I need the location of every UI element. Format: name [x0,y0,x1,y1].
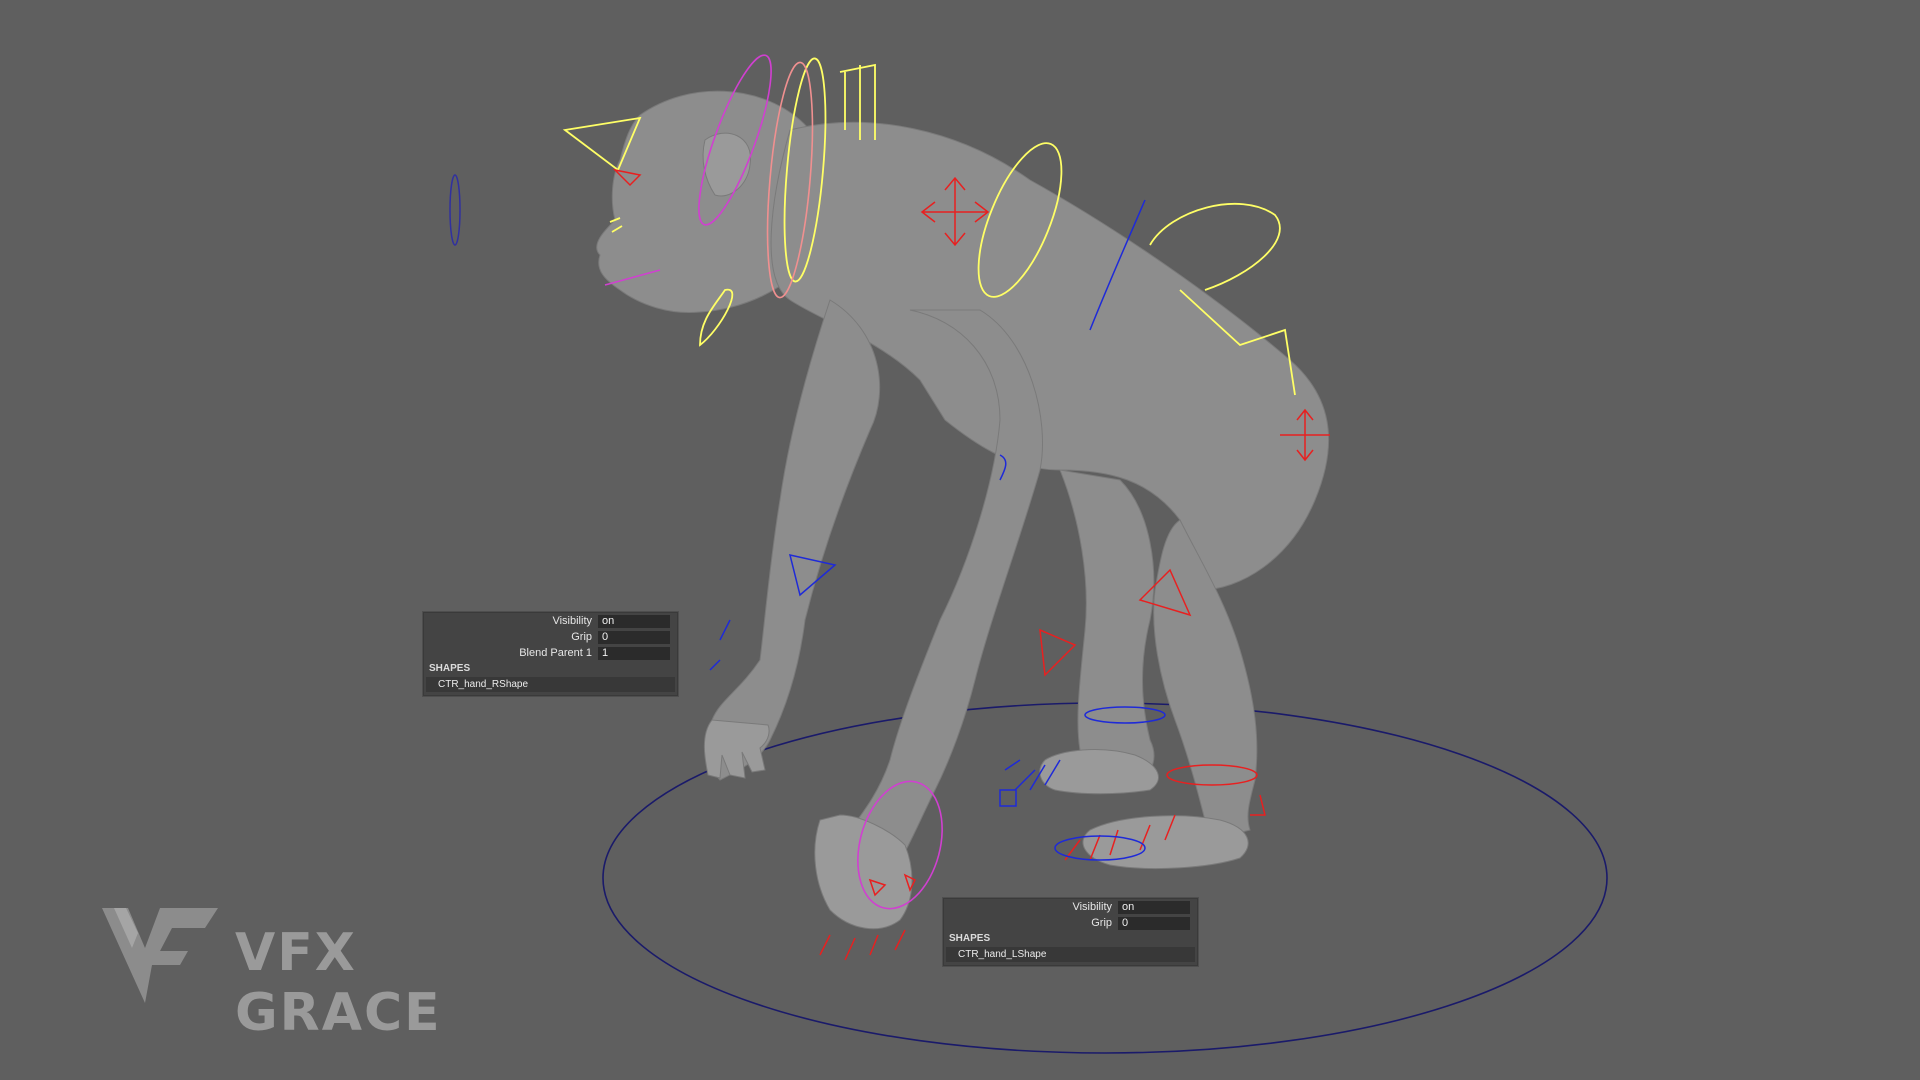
chimpanzee-model[interactable] [596,90,1330,930]
visibility-field[interactable]: on [598,614,670,628]
channel-box-left-hand: Visibility on Grip 0 SHAPES CTR_hand_LSh… [943,898,1198,966]
shape-node-item[interactable]: CTR_hand_RShape [426,677,675,692]
blend-parent-field[interactable]: 1 [598,646,670,660]
attr-row-visibility: Visibility on [944,899,1197,915]
watermark: VFX GRACE [100,903,560,1043]
watermark-text: VFX GRACE [235,923,442,1043]
visibility-field[interactable]: on [1118,900,1190,914]
grip-field[interactable]: 0 [598,630,670,644]
grip-field[interactable]: 0 [1118,916,1190,930]
attr-label: Grip [571,631,592,643]
channel-box-right-hand: Visibility on Grip 0 Blend Parent 1 1 SH… [423,612,678,696]
attr-row-blend-parent: Blend Parent 1 1 [424,645,677,661]
attr-label: Blend Parent 1 [519,647,592,659]
shapes-header: SHAPES [429,663,471,674]
attr-label: Grip [1091,917,1112,929]
vg-logo-icon [102,908,218,1003]
attr-row-grip: Grip 0 [944,915,1197,931]
attr-label: Visibility [552,615,592,627]
shape-node-item[interactable]: CTR_hand_LShape [946,947,1195,962]
attr-row-visibility: Visibility on [424,613,677,629]
attr-label: Visibility [1072,901,1112,913]
shapes-header: SHAPES [949,933,991,944]
attr-row-grip: Grip 0 [424,629,677,645]
